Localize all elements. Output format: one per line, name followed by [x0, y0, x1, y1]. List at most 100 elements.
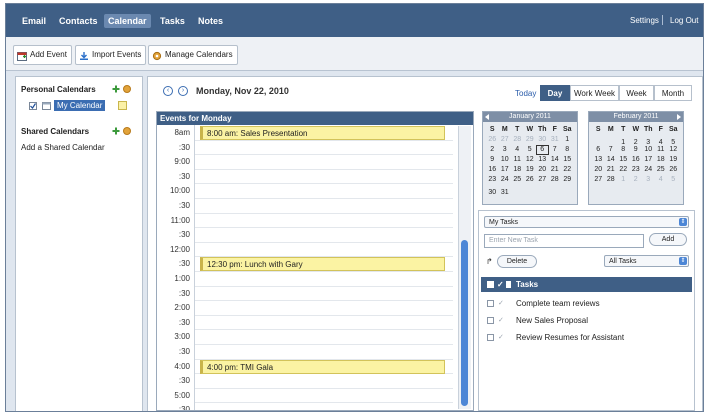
task-checkbox[interactable] [487, 334, 494, 341]
time-label: 5:00 [174, 390, 190, 400]
prev-day-icon[interactable]: ‹ [163, 86, 173, 96]
nav-tasks[interactable]: Tasks [156, 14, 189, 28]
manage-calendars-label: Manage Calendars [165, 50, 233, 59]
time-label: 4:00 [174, 361, 190, 371]
event-item[interactable]: 12:30 pm: Lunch with Gary [200, 257, 445, 272]
calendar-add-icon [17, 50, 27, 61]
event-item[interactable]: 4:00 pm: TMI Gala [200, 359, 445, 374]
slot-divider [195, 387, 453, 389]
slot-divider [195, 344, 453, 345]
mini-day-cell[interactable]: 3 [642, 175, 655, 185]
calendar-sidebar: Personal Calendars My Calendar Shared Ca… [15, 76, 143, 411]
mini-week-row: 9 10 11 12 13 14 15 [486, 154, 574, 164]
time-label: 2:00 [174, 303, 190, 313]
logout-link[interactable]: Log Out [670, 16, 698, 25]
mini-calendar-grid: S M T W Th F Sa 26 27 28 29 30 31 1 2 3 4 5 6 7 8 9 10 11 12 13 14… [486, 124, 574, 196]
view-work-week-tab[interactable]: Work Week [570, 85, 619, 101]
mini-day-cell [549, 184, 562, 194]
mini-calendar-title: February 2011 [589, 112, 683, 122]
view-day-tab[interactable]: Day [540, 85, 570, 101]
mini-day-cell [511, 184, 524, 194]
settings-link[interactable]: Settings [630, 16, 659, 25]
tasks-panel: My Tasks ⇕ Enter New Task Add ↱ Delete A… [478, 210, 695, 411]
add-event-button[interactable]: Add Event [13, 45, 72, 65]
mini-next-month-icon[interactable] [677, 114, 681, 120]
mini-prev-month-icon[interactable] [485, 114, 489, 120]
add-shared-calendar-link[interactable]: Add a Shared Calendar [21, 143, 105, 152]
slot-divider [195, 329, 453, 331]
task-complete-check-icon[interactable]: ✓ [498, 295, 504, 312]
add-shared-calendar-icon[interactable] [112, 127, 120, 135]
day-view-header: Events for Monday [157, 112, 473, 125]
select-all-checkbox[interactable] [487, 281, 494, 288]
mini-day-cell[interactable]: 30 [486, 188, 499, 198]
task-filter-value: All Tasks [609, 258, 637, 265]
current-date-title: Monday, Nov 22, 2010 [196, 86, 289, 96]
slot-divider [195, 285, 453, 287]
mini-day-cell[interactable]: 5 [667, 175, 680, 185]
slot-divider [195, 198, 453, 199]
slot-divider [195, 314, 453, 316]
mini-day-cell[interactable]: 27 [592, 175, 605, 185]
view-week-tab[interactable]: Week [619, 85, 654, 101]
my-calendar-item[interactable]: My Calendar [54, 100, 106, 111]
task-checkbox[interactable] [487, 300, 494, 307]
add-task-button[interactable]: Add [649, 233, 687, 246]
slot-divider [195, 241, 453, 243]
nav-notes[interactable]: Notes [194, 14, 227, 28]
mini-week-row: 26 27 28 29 30 31 1 [486, 134, 574, 144]
delete-task-button[interactable]: Delete [497, 255, 537, 268]
scrollbar-thumb[interactable] [461, 240, 468, 406]
time-label: :30 [178, 171, 190, 181]
mini-day-cell[interactable]: 2 [630, 175, 643, 185]
add-personal-calendar-icon[interactable] [112, 85, 120, 93]
time-label: :30 [178, 347, 190, 356]
time-label: :30 [178, 405, 190, 411]
nav-calendar[interactable]: Calendar [104, 14, 151, 28]
shared-settings-gear-icon[interactable] [123, 127, 131, 135]
day-view-panel: Events for Monday 8am:30 9:00:30 10:00:30 1… [156, 111, 474, 411]
task-row[interactable]: ✓ New Sales Proposal [481, 312, 692, 329]
task-row[interactable]: ✓ Review Resumes for Assistant [481, 329, 692, 346]
time-label: :30 [178, 288, 190, 298]
priority-column-icon [506, 281, 511, 288]
mini-week-row: 2345678 [486, 144, 574, 155]
new-task-input[interactable]: Enter New Task [484, 234, 644, 248]
import-events-button[interactable]: Import Events [75, 45, 147, 65]
task-complete-check-icon[interactable]: ✓ [498, 329, 504, 346]
calendar-small-icon [42, 102, 51, 110]
task-row[interactable]: ✓ Complete team reviews [481, 295, 692, 312]
nav-email[interactable]: Email [18, 14, 50, 28]
mini-day-cell[interactable]: 28 [605, 175, 618, 185]
personal-settings-gear-icon[interactable] [123, 85, 131, 93]
event-item[interactable]: 8:00 am: Sales Presentation [200, 126, 445, 140]
slot-divider [195, 183, 453, 185]
task-checkbox[interactable] [487, 317, 494, 324]
my-calendar-checkbox[interactable] [29, 102, 37, 110]
day-view-scrollbar[interactable] [458, 126, 471, 409]
mini-week-row: 6 7 8 9 10 11 12 [592, 144, 680, 154]
task-list-select[interactable]: My Tasks ⇕ [484, 216, 689, 228]
mini-day-cell[interactable]: 31 [499, 188, 512, 198]
manage-calendars-button[interactable]: Manage Calendars [148, 45, 238, 65]
time-label: :30 [178, 376, 190, 386]
task-filter-select[interactable]: All Tasks ⇕ [604, 255, 689, 267]
mini-day-cell [605, 134, 618, 144]
mini-week-row: 30 31 [486, 184, 574, 196]
today-button[interactable]: Today [515, 89, 536, 98]
task-text: Review Resumes for Assistant [516, 333, 625, 342]
calendar-color-swatch[interactable] [118, 101, 127, 110]
mini-day-cell[interactable]: 4 [655, 175, 668, 185]
view-month-tab[interactable]: Month [654, 85, 692, 101]
time-label: :30 [178, 259, 190, 269]
time-label: 12:00 [169, 244, 190, 254]
task-complete-check-icon[interactable]: ✓ [498, 312, 504, 329]
nav-contacts[interactable]: Contacts [55, 14, 102, 28]
task-text: New Sales Proposal [516, 316, 589, 325]
time-label: 3:00 [174, 332, 190, 342]
complete-column-check-icon: ✓ [497, 280, 504, 289]
next-day-icon[interactable]: › [178, 86, 188, 96]
select-arrow-icon: ⇕ [679, 257, 687, 265]
mini-day-cell [561, 184, 574, 194]
mini-day-cell[interactable]: 1 [617, 175, 630, 185]
